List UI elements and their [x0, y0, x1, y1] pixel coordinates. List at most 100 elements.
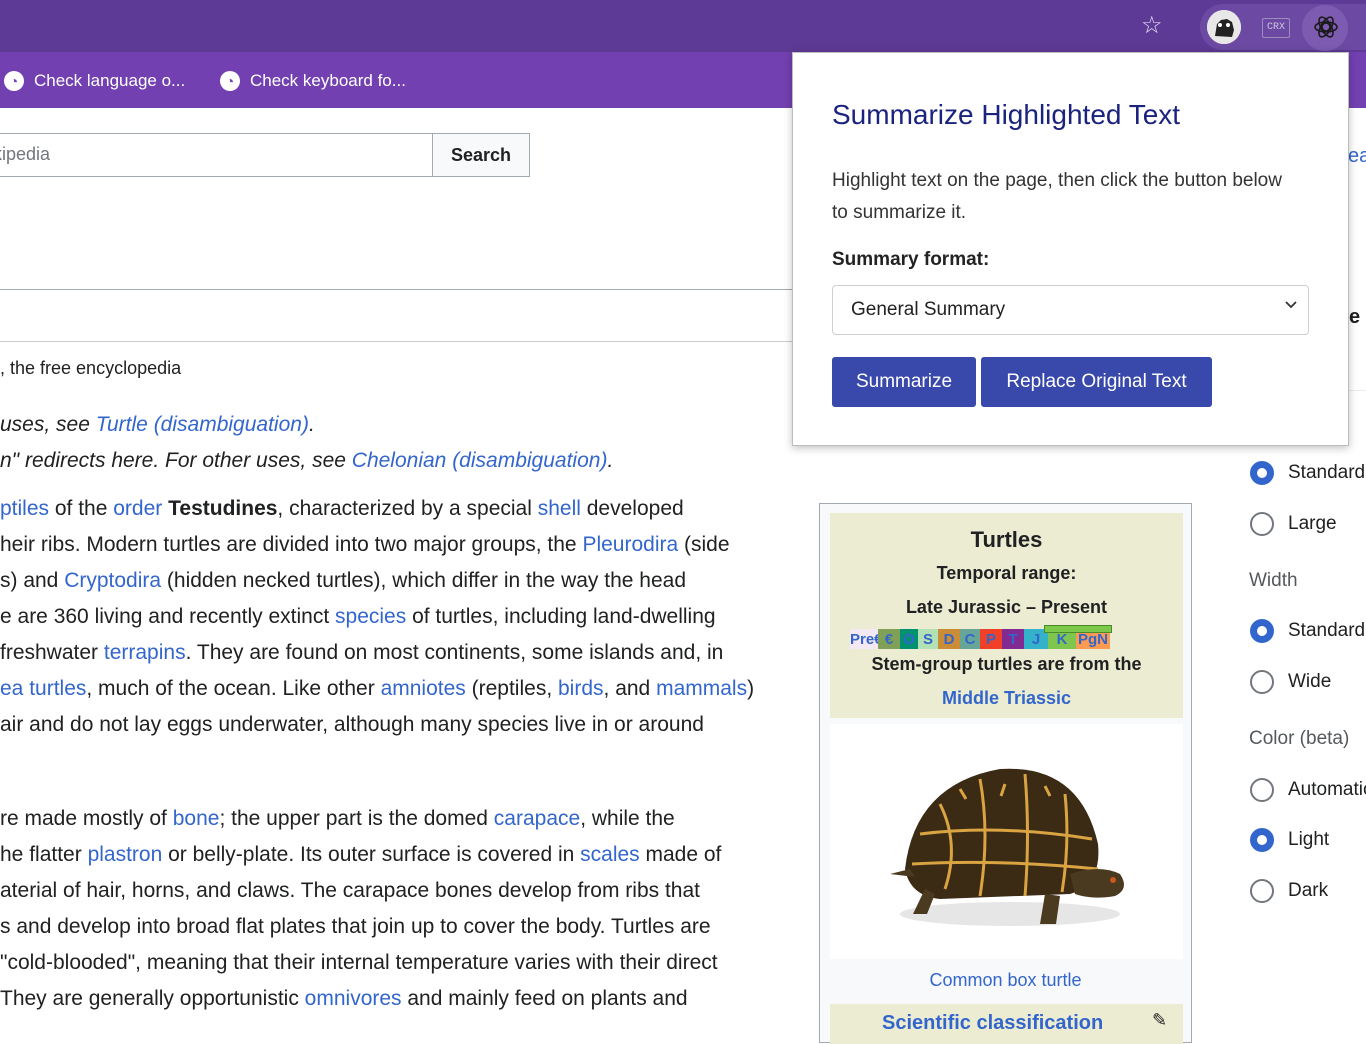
article-text: and mainly feed on plants and: [401, 987, 688, 1010]
paragraph-line: e are 360 living and recently extinct sp…: [0, 599, 800, 635]
timeline-period[interactable]: Pre€: [850, 629, 883, 649]
chevron-down-icon: [1284, 297, 1298, 316]
radio-unselected[interactable]: [1250, 879, 1274, 903]
radio-unselected[interactable]: [1250, 778, 1274, 802]
hatnote: n" redirects here. For other uses, see C…: [0, 449, 613, 473]
color-automatic-option[interactable]: Automatic: [1250, 775, 1366, 805]
radio-unselected[interactable]: [1250, 512, 1274, 536]
article-link[interactable]: mammals: [656, 677, 747, 700]
summarize-extension-popup: Summarize Highlighted Text Highlight tex…: [792, 52, 1349, 446]
summary-format-value: General Summary: [851, 299, 1006, 320]
globe-icon: ◔: [220, 71, 240, 91]
text-size-large-option[interactable]: Large: [1250, 509, 1337, 539]
article-link[interactable]: scales: [580, 843, 640, 866]
radio-selected[interactable]: [1250, 828, 1274, 852]
sidebar-clipped-link[interactable]: ea: [1348, 145, 1366, 168]
timeline-period[interactable]: €: [878, 629, 900, 649]
article-link[interactable]: ptiles: [0, 497, 49, 520]
infobox: Turtles Temporal range: Late Jurassic – …: [819, 503, 1192, 1044]
width-wide-option[interactable]: Wide: [1250, 667, 1331, 697]
article-text: They are generally opportunistic: [0, 987, 305, 1010]
article-text: freshwater: [0, 641, 104, 664]
geologic-timeline: Pre€ € O S D C P T J K PgN: [850, 615, 1162, 649]
width-label: Width: [1249, 570, 1298, 591]
article-paragraph: ptiles of the order Testudines, characte…: [0, 491, 800, 743]
article-link[interactable]: amniotes: [381, 677, 466, 700]
paragraph-line: freshwater terrapins. They are found on …: [0, 635, 800, 671]
article-text: aterial of hair, horns, and claws. The c…: [0, 879, 701, 902]
article-link[interactable]: bone: [173, 807, 220, 830]
width-standard-option[interactable]: Standard: [1250, 616, 1365, 646]
color-dark-option[interactable]: Dark: [1250, 876, 1328, 906]
option-label: Dark: [1288, 880, 1329, 901]
browser-toolbar: ☆: [0, 0, 1366, 52]
infobox-title: Turtles: [970, 527, 1043, 552]
article-link[interactable]: Pleurodira: [582, 533, 678, 556]
timeline-period[interactable]: P: [980, 629, 1002, 649]
paragraph-line: air and do not lay eggs underwater, alth…: [0, 707, 800, 743]
paragraph-line: aterial of hair, horns, and claws. The c…: [0, 873, 800, 909]
crx-extension-icon[interactable]: CRX: [1262, 18, 1290, 38]
option-label: Large: [1288, 513, 1337, 534]
hatnote-text: n" redirects here. For other uses, see: [0, 449, 352, 472]
text-size-standard-option[interactable]: Standard: [1250, 458, 1365, 488]
color-light-option[interactable]: Light: [1250, 825, 1329, 855]
bookmark-check-keyboard[interactable]: ◔ Check keyboard fo...: [220, 70, 406, 92]
timeline-period[interactable]: C: [960, 629, 980, 649]
article-link[interactable]: omnivores: [305, 987, 402, 1010]
timeline-period[interactable]: S: [918, 629, 938, 649]
radio-unselected[interactable]: [1250, 670, 1274, 694]
popup-title: Summarize Highlighted Text: [832, 99, 1181, 130]
option-label: Automatic: [1288, 779, 1366, 800]
article-link[interactable]: ea turtles: [0, 677, 86, 700]
option-label: Standard: [1288, 462, 1366, 483]
radio-selected[interactable]: [1250, 619, 1274, 643]
article-text: s and develop into broad flat plates tha…: [0, 915, 711, 938]
hatnote-link[interactable]: Chelonian (disambiguation): [352, 449, 608, 472]
extension-avatar-icon[interactable]: [1207, 10, 1241, 44]
middle-triassic-link[interactable]: Middle Triassic: [830, 688, 1183, 709]
article-link[interactable]: Cryptodira: [64, 569, 161, 592]
article-text: e are 360 living and recently extinct: [0, 605, 336, 628]
timeline-period[interactable]: D: [938, 629, 960, 649]
article-link[interactable]: birds: [558, 677, 604, 700]
summarize-button[interactable]: Summarize: [832, 357, 976, 407]
stem-group-note: Stem-group turtles are from the: [871, 654, 1142, 674]
bookmark-star-icon[interactable]: ☆: [1141, 13, 1163, 39]
article-link[interactable]: order: [113, 497, 162, 520]
search-button[interactable]: Search: [432, 133, 530, 177]
popup-description: Highlight text on the page, then click t…: [832, 170, 1282, 223]
article-text: developed: [580, 497, 684, 520]
bookmark-label: Check language o...: [34, 71, 186, 90]
article-link[interactable]: carapace: [494, 807, 580, 830]
bookmark-check-language[interactable]: ◔ Check language o...: [4, 70, 185, 92]
article-text: air and do not lay eggs underwater, alth…: [0, 713, 704, 736]
summary-format-select[interactable]: General Summary: [832, 285, 1309, 335]
radio-selected[interactable]: [1250, 461, 1274, 485]
timeline-period[interactable]: T: [1002, 629, 1024, 649]
paragraph-line: s) and Cryptodira (hidden necked turtles…: [0, 563, 800, 599]
search-input[interactable]: ikipedia: [0, 133, 432, 177]
replace-original-text-button[interactable]: Replace Original Text: [981, 357, 1212, 407]
option-label: Light: [1288, 829, 1330, 850]
article-link[interactable]: plastron: [88, 843, 163, 866]
extension-active-button[interactable]: [1302, 5, 1348, 51]
image-caption[interactable]: Common box turtle: [820, 970, 1191, 991]
box-turtle-image[interactable]: [830, 724, 1183, 959]
site-tagline: , the free encyclopedia: [0, 358, 182, 378]
hatnote-link[interactable]: Turtle (disambiguation): [96, 413, 309, 436]
paragraph-line: They are generally opportunistic omnivor…: [0, 981, 800, 1017]
article-link[interactable]: terrapins: [104, 641, 186, 664]
openai-gear-icon: [1313, 14, 1339, 47]
timeline-period[interactable]: O: [900, 629, 918, 649]
article-text: "cold-blooded", meaning that their inter…: [0, 951, 718, 974]
temporal-range-label: Temporal range:: [936, 563, 1077, 583]
article-paragraph: re made mostly of bone; the upper part i…: [0, 801, 800, 1017]
article-link[interactable]: species: [335, 605, 406, 628]
article-text: of turtles, including land-dwelling: [406, 605, 716, 628]
summary-format-label: Summary format:: [832, 249, 990, 270]
article-link[interactable]: shell: [538, 497, 581, 520]
globe-icon: ◔: [4, 71, 24, 91]
edit-pencil-icon[interactable]: ✎: [1152, 1010, 1167, 1031]
article-text: (side: [678, 533, 730, 556]
